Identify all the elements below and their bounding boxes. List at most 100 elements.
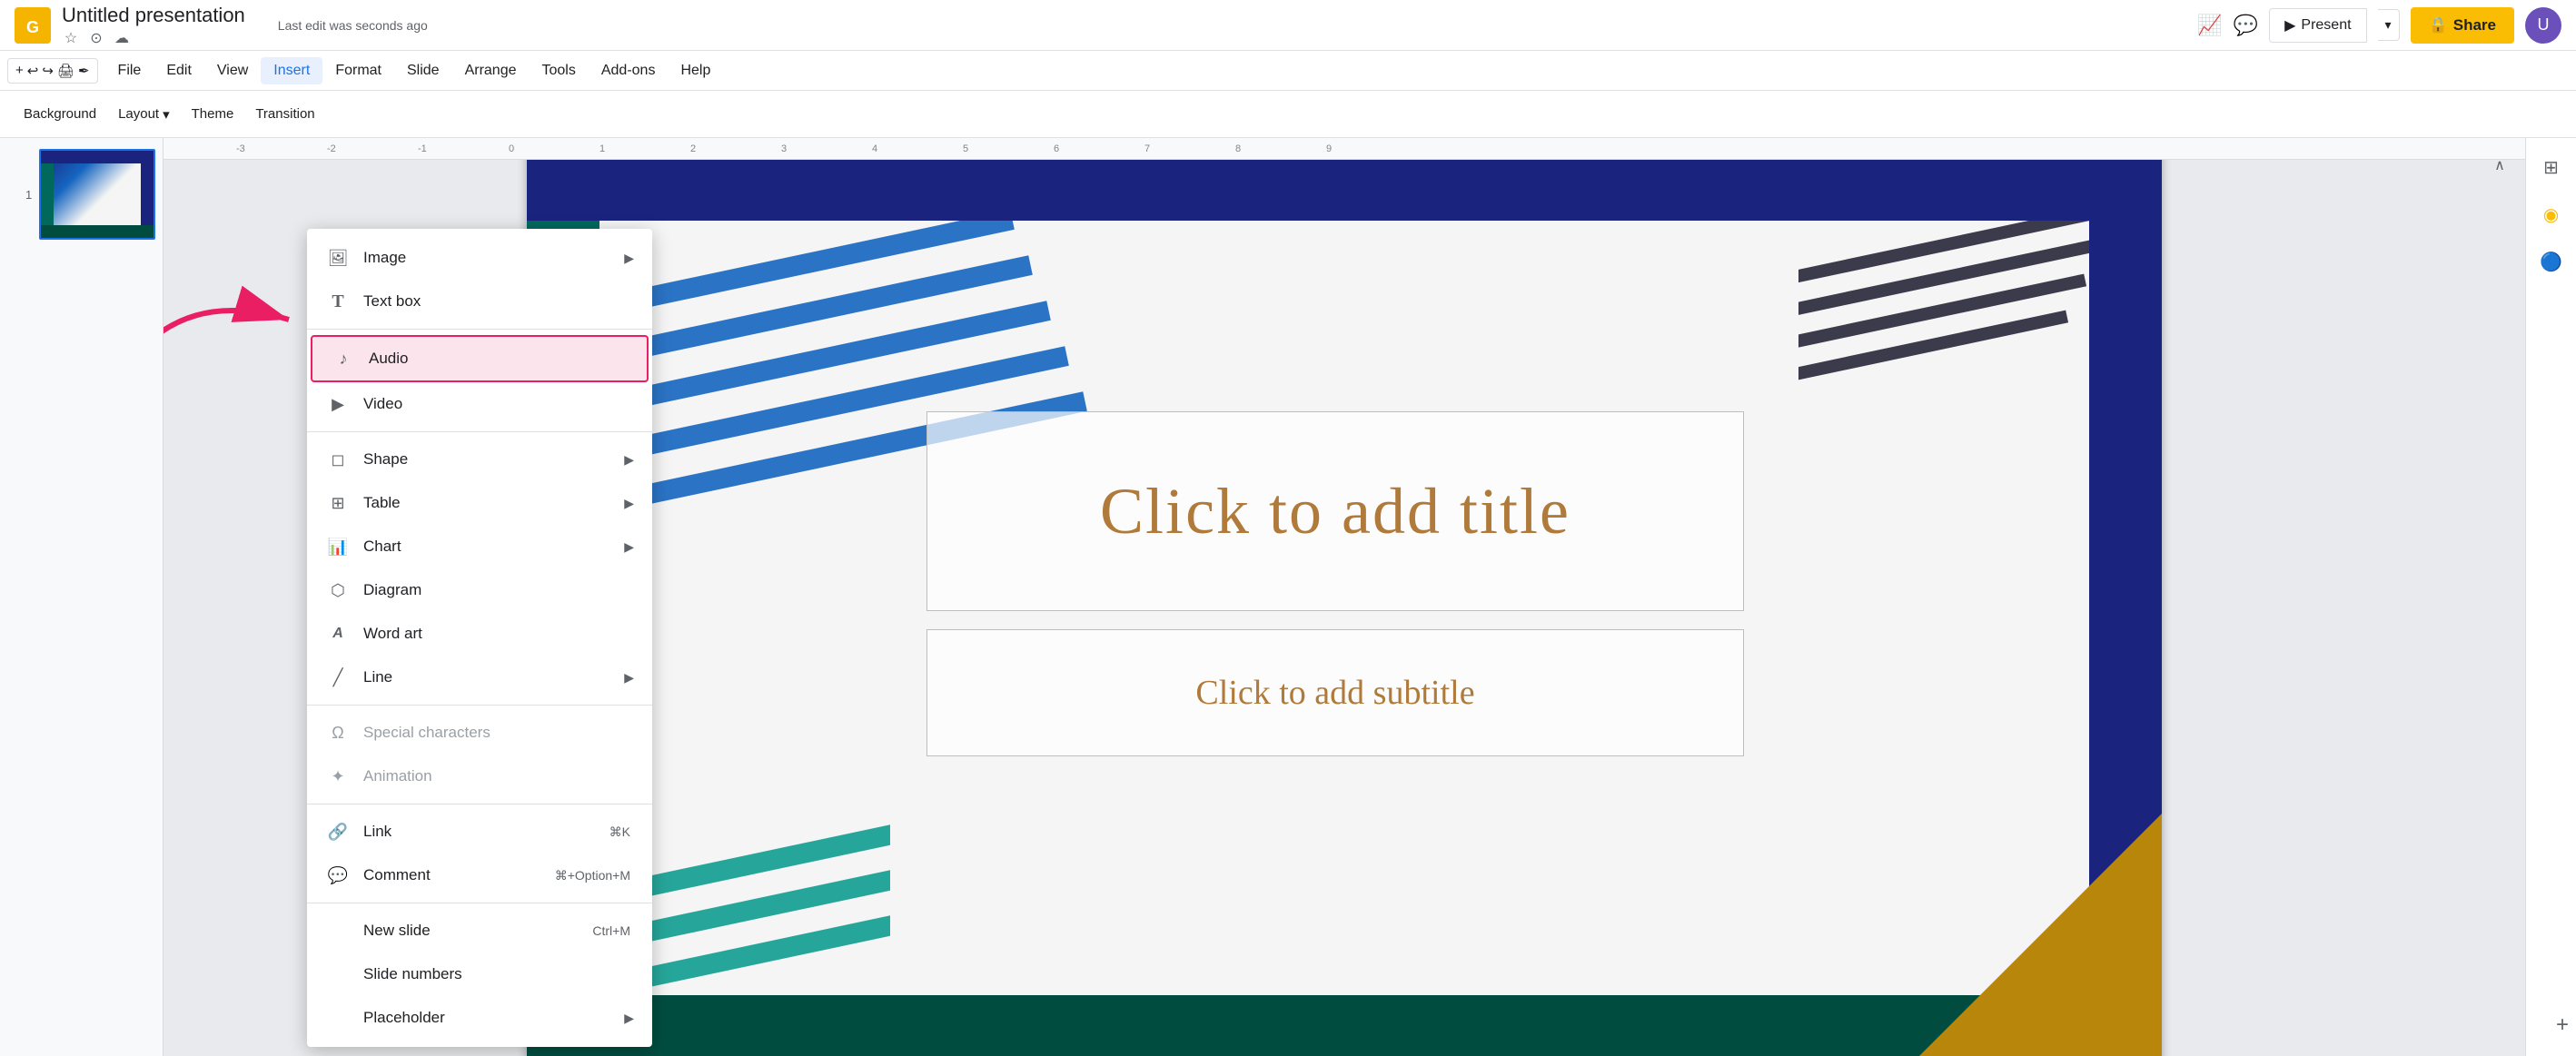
layout-chevron-icon: ▾	[163, 106, 170, 123]
print-icon[interactable]: 🖨	[57, 63, 74, 79]
subtitle-placeholder[interactable]: Click to add subtitle	[1195, 673, 1474, 713]
title-section: Untitled presentation ☆ ⊙ ☁	[62, 4, 245, 47]
chevron-right-icon: ▶	[624, 251, 634, 266]
link-icon: 🔗	[325, 819, 351, 844]
main-area: 1 -3 -2 -1 0 1 2 3 4 5 6 7	[0, 138, 2576, 1056]
subtitle-box[interactable]: Click to add subtitle	[926, 629, 1744, 756]
chevron-right-icon-5: ▶	[624, 670, 634, 686]
menu-edit[interactable]: Edit	[154, 57, 204, 84]
menu-item-image[interactable]: 🖼 Image ▶	[307, 236, 652, 280]
avatar[interactable]: U	[2525, 7, 2561, 44]
slide-toolbar: Background Layout ▾ Theme Transition ∧	[0, 91, 2576, 138]
slide-numbers-icon	[325, 962, 351, 987]
layout-button[interactable]: Layout ▾	[109, 101, 179, 128]
table-icon: ⊞	[325, 490, 351, 516]
sidebar-add-icon[interactable]: +	[2556, 1012, 2569, 1038]
title-box[interactable]: Click to add title	[926, 411, 1744, 611]
collapse-toolbar-icon[interactable]: ∧	[2489, 154, 2511, 176]
slide-canvas: Click to add title Click to add subtitle	[527, 148, 2162, 1056]
transition-button[interactable]: Transition	[246, 101, 323, 127]
menu-item-slide-numbers[interactable]: Slide numbers	[307, 952, 652, 996]
menu-item-comment[interactable]: 💬 Comment ⌘+Option+M	[307, 854, 652, 897]
share-button[interactable]: 🔒 Share	[2411, 7, 2514, 44]
ruler-horizontal: -3 -2 -1 0 1 2 3 4 5 6 7 8 9	[163, 138, 2525, 160]
menu-item-animation: ✦ Animation	[307, 755, 652, 798]
menu-slide[interactable]: Slide	[394, 57, 452, 84]
bottom-bar-decoration	[527, 995, 2162, 1056]
menu-divider-2	[307, 431, 652, 432]
line-icon: ╱	[325, 665, 351, 690]
menu-file[interactable]: File	[105, 57, 154, 84]
title-placeholder[interactable]: Click to add title	[1100, 474, 1570, 549]
diagram-icon: ⬡	[325, 577, 351, 603]
textbox-icon: T	[325, 289, 351, 314]
menu-item-link[interactable]: 🔗 Link ⌘K	[307, 810, 652, 854]
chevron-right-icon-6: ▶	[624, 1011, 634, 1026]
menu-bar: + ↩ ↪ 🖨 ✒ File Edit View Insert Format S…	[0, 51, 2576, 91]
background-button[interactable]: Background	[15, 101, 105, 127]
menu-item-shape[interactable]: ◻ Shape ▶	[307, 438, 652, 481]
last-edit: Last edit was seconds ago	[278, 18, 428, 33]
plus-icon: +	[15, 63, 24, 78]
slide-thumbnail-1[interactable]	[39, 149, 155, 240]
menu-item-diagram[interactable]: ⬡ Diagram	[307, 568, 652, 612]
insert-dropdown-menu: 🖼 Image ▶ T Text box ♪ Audio ▶ Video	[307, 229, 652, 1047]
new-slide-icon	[325, 918, 351, 943]
comment-menu-icon: 💬	[325, 863, 351, 888]
menu-item-line[interactable]: ╱ Line ▶	[307, 656, 652, 699]
menu-item-audio[interactable]: ♪ Audio	[311, 335, 649, 382]
dark-stripes	[1798, 221, 2089, 420]
menu-divider-1	[307, 329, 652, 330]
comment-icon[interactable]: 💬	[2234, 14, 2258, 37]
right-actions: 📈 💬 ▶ Present ▾ 🔒 Share U	[2197, 7, 2561, 44]
wordart-icon: A	[325, 621, 351, 646]
doc-title[interactable]: Untitled presentation	[62, 4, 245, 27]
sidebar-icon-help[interactable]: 🔵	[2533, 243, 2570, 280]
shape-icon: ◻	[325, 447, 351, 472]
present-dropdown-button[interactable]: ▾	[2378, 9, 2400, 41]
menu-arrange[interactable]: Arrange	[452, 57, 530, 84]
audio-icon: ♪	[331, 346, 356, 371]
menu-insert[interactable]: Insert	[261, 57, 322, 84]
slides-panel: 1	[0, 138, 163, 1056]
title-bar: G Untitled presentation ☆ ⊙ ☁ Last edit …	[0, 0, 2576, 51]
lock-icon: 🔒	[2429, 16, 2448, 35]
menu-addons[interactable]: Add-ons	[589, 57, 669, 84]
present-button[interactable]: ▶ Present	[2269, 8, 2366, 43]
special-chars-icon: Ω	[325, 720, 351, 745]
menu-item-wordart[interactable]: A Word art	[307, 612, 652, 656]
menu-item-special-chars: Ω Special characters	[307, 711, 652, 755]
undo-icon[interactable]: ↩	[27, 63, 39, 79]
history-icon[interactable]: ⊙	[87, 29, 105, 47]
trend-icon[interactable]: 📈	[2197, 14, 2222, 37]
sidebar-icon-format[interactable]: ◉	[2533, 196, 2570, 232]
menu-divider-3	[307, 705, 652, 706]
menu-view[interactable]: View	[204, 57, 261, 84]
menu-item-video[interactable]: ▶ Video	[307, 382, 652, 426]
arrow-annotation	[163, 274, 307, 370]
menu-item-placeholder[interactable]: Placeholder ▶	[307, 996, 652, 1040]
paint-format-icon[interactable]: ✒	[78, 63, 90, 79]
chevron-right-icon-2: ▶	[624, 452, 634, 468]
menu-item-table[interactable]: ⊞ Table ▶	[307, 481, 652, 525]
sidebar-icon-explore[interactable]: ⊞	[2533, 149, 2570, 185]
app-logo: G	[15, 7, 51, 44]
present-icon: ▶	[2284, 16, 2295, 35]
redo-icon[interactable]: ↪	[42, 63, 54, 79]
menu-item-chart[interactable]: 📊 Chart ▶	[307, 525, 652, 568]
menu-format[interactable]: Format	[322, 57, 394, 84]
menu-item-textbox[interactable]: T Text box	[307, 280, 652, 323]
menu-item-new-slide[interactable]: New slide Ctrl+M	[307, 909, 652, 952]
chevron-right-icon-4: ▶	[624, 539, 634, 555]
menu-tools[interactable]: Tools	[529, 57, 588, 84]
video-icon: ▶	[325, 391, 351, 417]
canvas-area: -3 -2 -1 0 1 2 3 4 5 6 7 8 9	[163, 138, 2525, 1056]
theme-button[interactable]: Theme	[183, 101, 243, 127]
menu-help[interactable]: Help	[668, 57, 723, 84]
cloud-icon[interactable]: ☁	[113, 29, 131, 47]
placeholder-icon	[325, 1005, 351, 1031]
slide-number-label: 1	[25, 188, 32, 202]
animation-icon: ✦	[325, 764, 351, 789]
add-slide-button[interactable]: + ↩ ↪ 🖨 ✒	[7, 58, 98, 84]
star-icon[interactable]: ☆	[62, 29, 80, 47]
